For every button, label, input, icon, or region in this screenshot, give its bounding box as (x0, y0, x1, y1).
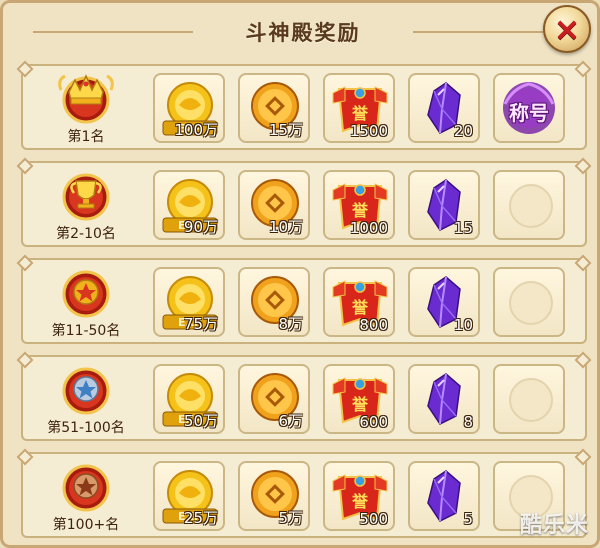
exp-reward-slot[interactable]: EXP 75万 (153, 267, 225, 337)
coin-reward-slot[interactable]: 15万 (238, 73, 310, 143)
rank-cell: 第11-50名 (27, 260, 145, 342)
reward-row-2: 第2-10名 EXP 90万 10万 誉 1000 15 (21, 161, 587, 247)
honor-quantity: 500 (359, 510, 388, 528)
honor-quantity: 1000 (349, 219, 388, 237)
title-left-divider (33, 31, 193, 33)
svg-text:誉: 誉 (351, 492, 369, 511)
svg-text:誉: 誉 (351, 201, 369, 220)
crystal-quantity: 8 (463, 413, 473, 431)
exp-quantity: 90万 (183, 218, 218, 236)
empty-slot-marker (509, 184, 553, 228)
exp-quantity: 75万 (183, 315, 218, 333)
honor-reward-slot[interactable]: 誉 600 (323, 364, 395, 434)
honor-reward-slot[interactable]: 誉 500 (323, 461, 395, 531)
site-watermark: 酷乐米 (519, 513, 589, 538)
honor-reward-slot[interactable]: 誉 1000 (323, 170, 395, 240)
rank-label: 第11-50名 (51, 323, 121, 339)
honor-quantity: 600 (359, 413, 388, 431)
reward-row-5: 第100+名 EXP 25万 5万 誉 500 5 (21, 452, 587, 538)
rank-label: 第2-10名 (56, 226, 116, 242)
coin-quantity: 15万 (268, 121, 303, 139)
crystal-quantity: 15 (453, 219, 473, 237)
reward-dialog: 斗神殿奖励 × 第1名 EXP 100万 15万 誉 1500 20 称号 第2… (0, 0, 600, 548)
honor-quantity: 1500 (349, 122, 388, 140)
svg-text:誉: 誉 (351, 395, 369, 414)
coin-quantity: 8万 (278, 315, 303, 333)
rank-label: 第1名 (67, 129, 105, 145)
coin-reward-slot[interactable]: 6万 (238, 364, 310, 434)
exp-quantity: 100万 (174, 121, 218, 139)
svg-text:誉: 誉 (351, 298, 369, 317)
crystal-reward-slot[interactable]: 20 (408, 73, 480, 143)
crystal-reward-slot[interactable]: 8 (408, 364, 480, 434)
coin-reward-slot[interactable]: 5万 (238, 461, 310, 531)
empty-slot-marker (509, 378, 553, 422)
crystal-quantity: 20 (453, 122, 473, 140)
rank-cell: 第100+名 (27, 454, 145, 536)
reward-row-3: 第11-50名 EXP 75万 8万 誉 800 10 (21, 258, 587, 344)
title-reward-label: 称号 (509, 101, 549, 125)
empty-reward-slot (493, 364, 565, 434)
coin-reward-slot[interactable]: 10万 (238, 170, 310, 240)
trophy-medal-icon (62, 173, 110, 221)
reward-row-4: 第51-100名 EXP 50万 6万 誉 600 8 (21, 355, 587, 441)
crown-medal-icon (58, 74, 114, 124)
rank-label: 第51-100名 (47, 420, 125, 436)
crystal-quantity: 5 (463, 510, 473, 528)
coin-quantity: 6万 (278, 412, 303, 430)
close-button[interactable]: × (543, 5, 591, 53)
crystal-reward-slot[interactable]: 5 (408, 461, 480, 531)
reward-row-1: 第1名 EXP 100万 15万 誉 1500 20 称号 (21, 64, 587, 150)
title-reward-slot[interactable]: 称号 (493, 73, 565, 143)
empty-slot-marker (509, 281, 553, 325)
empty-reward-slot (493, 267, 565, 337)
title-right-divider (413, 31, 543, 33)
exp-quantity: 50万 (183, 412, 218, 430)
rank-label: 第100+名 (52, 517, 120, 533)
honor-reward-slot[interactable]: 誉 800 (323, 267, 395, 337)
exp-reward-slot[interactable]: EXP 25万 (153, 461, 225, 531)
svg-text:誉: 誉 (351, 104, 369, 123)
dialog-title-bar: 斗神殿奖励 (203, 9, 403, 55)
honor-quantity: 800 (359, 316, 388, 334)
silver-star-medal-icon (62, 367, 110, 415)
coin-reward-slot[interactable]: 8万 (238, 267, 310, 337)
rank-cell: 第2-10名 (27, 163, 145, 245)
coin-quantity: 10万 (268, 218, 303, 236)
gold-star-medal-icon (62, 270, 110, 318)
crystal-reward-slot[interactable]: 10 (408, 267, 480, 337)
coin-quantity: 5万 (278, 509, 303, 527)
reward-rows: 第1名 EXP 100万 15万 誉 1500 20 称号 第2-10名 EXP… (21, 64, 587, 538)
exp-quantity: 25万 (183, 509, 218, 527)
honor-reward-slot[interactable]: 誉 1500 (323, 73, 395, 143)
close-icon: × (553, 10, 581, 48)
exp-reward-slot[interactable]: EXP 50万 (153, 364, 225, 434)
rank-cell: 第51-100名 (27, 357, 145, 439)
dialog-title: 斗神殿奖励 (245, 20, 361, 45)
exp-reward-slot[interactable]: EXP 90万 (153, 170, 225, 240)
crystal-reward-slot[interactable]: 15 (408, 170, 480, 240)
bronze-star-medal-icon (62, 464, 110, 512)
exp-reward-slot[interactable]: EXP 100万 (153, 73, 225, 143)
empty-reward-slot (493, 170, 565, 240)
rank-cell: 第1名 (27, 66, 145, 148)
crystal-quantity: 10 (453, 316, 473, 334)
